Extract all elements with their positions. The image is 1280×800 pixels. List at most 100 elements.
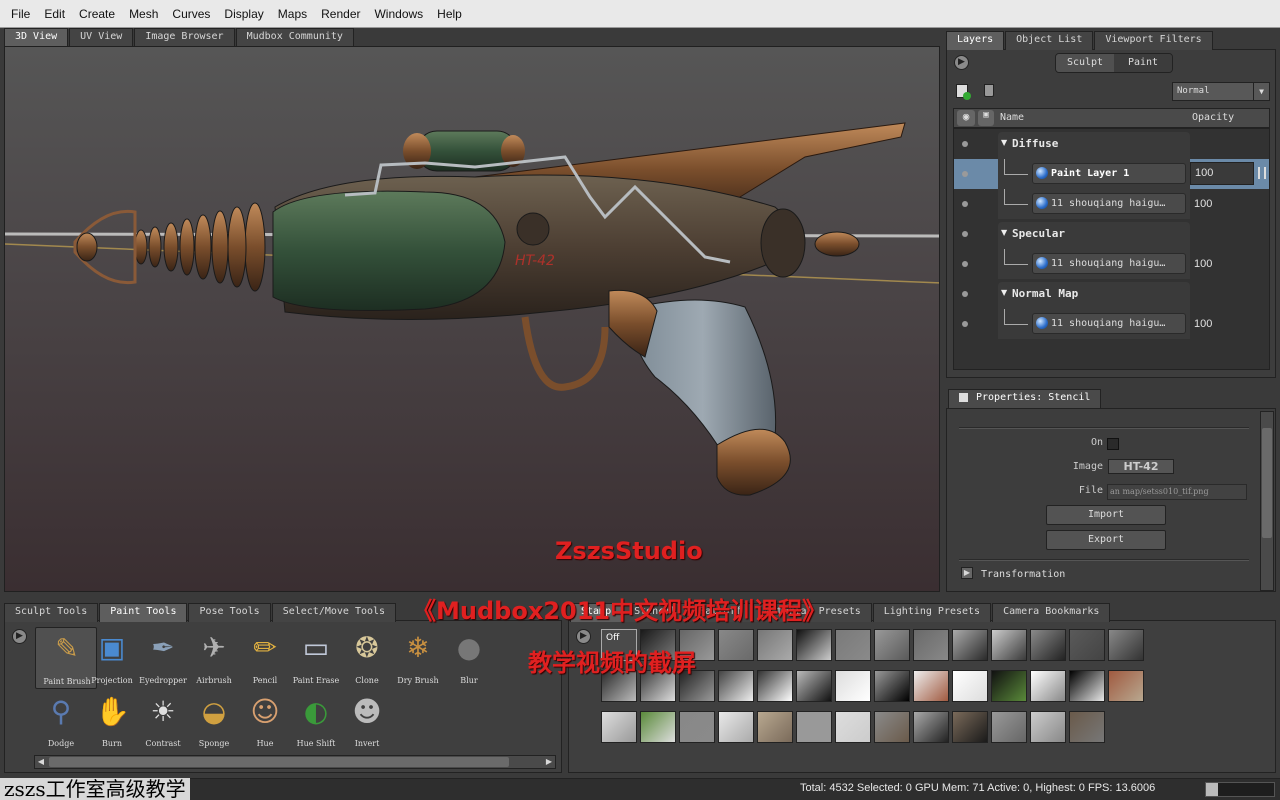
tool-hue-shift[interactable]: ◐ Hue Shift — [290, 691, 342, 753]
stamp-swatch[interactable] — [757, 670, 793, 702]
tray-menu-icon[interactable]: ▶ — [12, 629, 27, 644]
tool-dry-brush[interactable]: ❄ Dry Brush — [392, 627, 444, 689]
expand-arrow-icon[interactable]: ▶ — [961, 567, 973, 579]
tab-sculpt-tools[interactable]: Sculpt Tools — [4, 603, 99, 622]
new-layer-icon[interactable] — [956, 84, 971, 100]
tool-eyedropper[interactable]: ✒ Eyedropper — [137, 627, 189, 689]
layer-group-row[interactable]: Specular ▼ — [954, 219, 1269, 249]
stamp-swatch[interactable] — [796, 629, 832, 661]
menu-maps[interactable]: Maps — [271, 7, 314, 21]
export-button[interactable]: Export — [1046, 530, 1166, 550]
scrollbar-thumb[interactable] — [1262, 428, 1272, 538]
tab-camera-bookmarks[interactable]: Camera Bookmarks — [992, 603, 1111, 622]
layer-group-row[interactable]: Normal Map ▼ — [954, 279, 1269, 309]
stamp-swatch[interactable] — [757, 711, 793, 743]
visibility-dot-icon[interactable] — [962, 171, 968, 177]
stamp-swatch[interactable] — [1030, 711, 1066, 743]
blend-mode-select[interactable]: Normal ▼ — [1172, 82, 1270, 101]
stamp-swatch[interactable] — [952, 629, 988, 661]
collapse-arrow-icon[interactable]: ▼ — [1001, 288, 1007, 297]
tab-select-move-tools[interactable]: Select/Move Tools — [271, 603, 397, 622]
stamp-swatch[interactable] — [835, 711, 871, 743]
tool-burn[interactable]: ✋ Burn — [86, 691, 138, 753]
tool-contrast[interactable]: ☀ Contrast — [137, 691, 189, 753]
stamp-swatch[interactable] — [1030, 629, 1066, 661]
stamp-swatch[interactable] — [991, 670, 1027, 702]
tab-properties-stencil[interactable]: Properties: Stencil — [948, 389, 1102, 408]
tool-paint-erase[interactable]: ▭ Paint Erase — [290, 627, 342, 689]
raygun-model[interactable]: HT-42 — [5, 47, 940, 592]
tab-image-browser[interactable]: Image Browser — [134, 28, 235, 47]
layer-row[interactable]: 11 shouqiang haigu… 100 — [954, 189, 1269, 219]
stamp-swatch[interactable] — [913, 629, 949, 661]
menu-windows[interactable]: Windows — [367, 7, 430, 21]
tab-viewport-filters[interactable]: Viewport Filters — [1094, 31, 1213, 50]
transformation-section[interactable]: Transformation — [981, 569, 1065, 580]
stamp-swatch[interactable] — [640, 711, 676, 743]
visibility-dot-icon[interactable] — [962, 231, 968, 237]
layer-row[interactable]: Paint Layer 1 100 — [954, 159, 1269, 189]
lock-icon[interactable]: ▣ — [978, 110, 994, 126]
import-button[interactable]: Import — [1046, 505, 1166, 525]
layer-row[interactable]: 11 shouqiang haigu… 100 — [954, 249, 1269, 279]
tool-projection[interactable]: ▣ Projection — [86, 627, 138, 689]
stamp-swatch[interactable] — [757, 629, 793, 661]
stamp-swatch[interactable] — [679, 711, 715, 743]
stamp-swatch[interactable] — [913, 711, 949, 743]
stamp-swatch[interactable] — [874, 629, 910, 661]
menu-edit[interactable]: Edit — [37, 7, 72, 21]
layer-name-cell[interactable]: 11 shouqiang haigu… — [1032, 253, 1186, 274]
collapse-arrow-icon[interactable]: ▼ — [1001, 138, 1007, 147]
menu-file[interactable]: File — [4, 7, 37, 21]
layer-opacity[interactable]: 100 — [1190, 162, 1254, 185]
visibility-dot-icon[interactable] — [962, 141, 968, 147]
stamp-swatch[interactable] — [835, 629, 871, 661]
stamp-swatch[interactable] — [874, 711, 910, 743]
menu-create[interactable]: Create — [72, 7, 122, 21]
layer-group-row[interactable]: Diffuse ▼ — [954, 129, 1269, 159]
visibility-dot-icon[interactable] — [962, 261, 968, 267]
layer-name-cell[interactable]: 11 shouqiang haigu… — [1032, 193, 1186, 214]
stamp-swatch[interactable] — [1108, 629, 1144, 661]
visibility-dot-icon[interactable] — [962, 291, 968, 297]
scrollbar-thumb[interactable] — [49, 757, 509, 767]
tab-pose-tools[interactable]: Pose Tools — [188, 603, 271, 622]
stamp-swatch[interactable] — [1069, 711, 1105, 743]
visibility-eye-icon[interactable]: ◉ — [957, 110, 975, 126]
stamp-swatch[interactable] — [718, 629, 754, 661]
stamp-swatch[interactable] — [796, 711, 832, 743]
layer-opacity[interactable]: 100 — [1194, 258, 1212, 270]
tool-clone[interactable]: ❂ Clone — [341, 627, 393, 689]
stamp-swatch[interactable] — [874, 670, 910, 702]
scroll-left-icon[interactable]: ◀ — [35, 756, 47, 768]
layer-opacity[interactable]: 100 — [1194, 318, 1212, 330]
menu-mesh[interactable]: Mesh — [122, 7, 165, 21]
visibility-dot-icon[interactable] — [962, 201, 968, 207]
paint-mode-button[interactable]: Paint — [1114, 54, 1172, 72]
stamp-swatch[interactable] — [718, 711, 754, 743]
layer-row[interactable]: 11 shouqiang haigu… 100 — [954, 309, 1269, 339]
layer-name-cell[interactable]: Paint Layer 1 — [1032, 163, 1186, 184]
stamp-swatch[interactable] — [718, 670, 754, 702]
sculpt-mode-button[interactable]: Sculpt — [1056, 54, 1114, 72]
panel-menu-icon[interactable]: ▶ — [954, 55, 969, 70]
menu-render[interactable]: Render — [314, 7, 367, 21]
tab-mudbox-community[interactable]: Mudbox Community — [235, 28, 354, 47]
tray-menu-icon[interactable]: ▶ — [576, 629, 591, 644]
tools-scrollbar[interactable]: ◀ ▶ — [34, 755, 556, 769]
tab-lighting-presets[interactable]: Lighting Presets — [872, 603, 992, 622]
tab-object-list[interactable]: Object List — [1005, 31, 1094, 50]
stamp-swatch[interactable] — [952, 670, 988, 702]
stamp-swatch[interactable] — [991, 629, 1027, 661]
properties-scrollbar[interactable] — [1260, 411, 1274, 591]
tab-uv-view[interactable]: UV View — [69, 28, 134, 47]
tab-layers[interactable]: Layers — [946, 31, 1005, 50]
stamp-swatch[interactable] — [835, 670, 871, 702]
tab-paint-tools[interactable]: Paint Tools — [99, 603, 188, 622]
tool-blur[interactable]: ● Blur — [443, 627, 495, 689]
stamp-swatch[interactable] — [952, 711, 988, 743]
stamp-swatch[interactable] — [1108, 670, 1144, 702]
stamp-swatch[interactable] — [991, 711, 1027, 743]
tool-pencil[interactable]: ✏ Pencil — [239, 627, 291, 689]
stencil-image-thumbnail[interactable]: HT-42 — [1108, 459, 1174, 474]
